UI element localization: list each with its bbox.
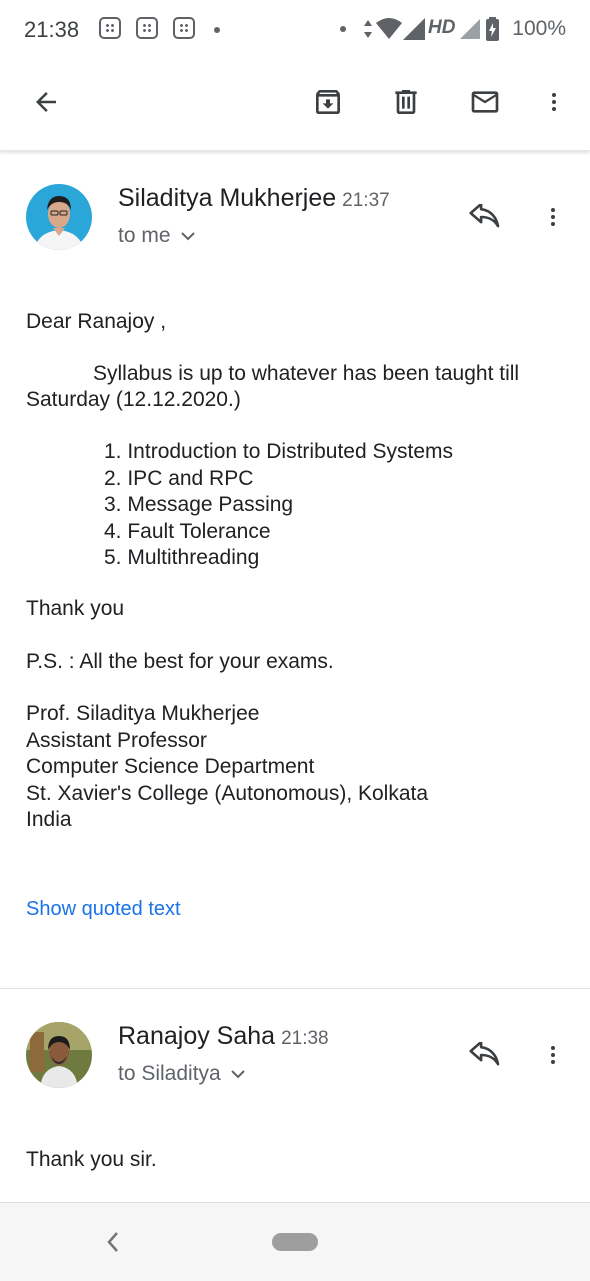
more-vert-icon bbox=[552, 93, 556, 111]
mail-icon bbox=[471, 91, 499, 113]
mark-unread-button[interactable] bbox=[461, 78, 509, 126]
email-toolbar bbox=[0, 58, 590, 151]
recipient-toggle[interactable]: to me bbox=[118, 224, 195, 248]
back-button[interactable] bbox=[22, 78, 70, 126]
chevron-down-icon bbox=[231, 1070, 245, 1079]
syllabus-list: 1. Introduction to Distributed Systems 2… bbox=[104, 439, 453, 572]
arrow-left-icon bbox=[36, 92, 56, 112]
list-item: 4. Fault Tolerance bbox=[104, 519, 271, 543]
sender-name: Ranajoy Saha bbox=[118, 1022, 276, 1050]
battery-charging-icon bbox=[486, 17, 499, 41]
chevron-down-icon bbox=[180, 232, 195, 241]
list-item: 2. IPC and RPC bbox=[104, 466, 254, 490]
status-time: 21:38 bbox=[24, 17, 80, 42]
list-item: 3. Message Passing bbox=[104, 493, 294, 516]
message-more-button[interactable] bbox=[531, 195, 575, 239]
status-indicators: HD 100% bbox=[340, 16, 566, 42]
reply-icon bbox=[469, 204, 500, 228]
home-pill-button[interactable] bbox=[272, 1233, 318, 1251]
show-quoted-text-link[interactable]: Show quoted text bbox=[26, 898, 181, 921]
avatar[interactable] bbox=[26, 1022, 92, 1088]
reply-body: Thank you sir. bbox=[26, 1148, 157, 1171]
reply-icon bbox=[469, 1042, 500, 1066]
recipient-label: to me bbox=[118, 224, 171, 247]
message-more-button[interactable] bbox=[531, 1033, 575, 1077]
archive-icon bbox=[316, 90, 340, 114]
list-item: 5. Multithreading bbox=[104, 546, 260, 569]
status-bar: 21:38 HD 100% bbox=[0, 0, 590, 58]
sender-line: Ranajoy Saha 21:38 bbox=[118, 1022, 329, 1051]
recipient-label: to Siladitya bbox=[118, 1062, 221, 1085]
sender-name: Siladitya Mukherjee bbox=[118, 184, 337, 212]
signature-line: Assistant Professor bbox=[26, 728, 207, 752]
delete-button[interactable] bbox=[382, 78, 430, 126]
signal-icon bbox=[403, 18, 425, 40]
more-vert-icon bbox=[551, 208, 555, 226]
email-thanks: Thank you bbox=[26, 597, 125, 620]
system-nav-bar bbox=[0, 1202, 590, 1281]
data-transfer-icon bbox=[364, 20, 372, 38]
network-type: HD bbox=[428, 17, 456, 38]
more-options-button[interactable] bbox=[530, 78, 578, 126]
battery-percent: 100% bbox=[512, 17, 566, 40]
reply-button[interactable] bbox=[463, 1033, 507, 1077]
dot-icon bbox=[340, 26, 346, 32]
wifi-icon bbox=[376, 18, 402, 39]
more-notifications-dot-icon bbox=[214, 27, 220, 33]
recipient-toggle[interactable]: to Siladitya bbox=[118, 1062, 245, 1086]
message-time: 21:38 bbox=[281, 1028, 329, 1049]
reply-button[interactable] bbox=[463, 195, 507, 239]
signature-line: St. Xavier's College (Autonomous), Kolka… bbox=[26, 781, 429, 805]
avatar[interactable] bbox=[26, 184, 92, 250]
email-greeting: Dear Ranajoy , bbox=[26, 310, 167, 333]
intro-line-2: Saturday (12.12.2020.) bbox=[26, 388, 241, 411]
archive-button[interactable] bbox=[304, 78, 352, 126]
notification-app-icon bbox=[173, 17, 195, 39]
notification-app-icon bbox=[99, 17, 121, 39]
intro-line-1: Syllabus is up to whatever has been taug… bbox=[93, 362, 520, 385]
sender-photo bbox=[26, 184, 92, 250]
notification-app-icon bbox=[136, 17, 158, 39]
message-time: 21:37 bbox=[342, 190, 390, 211]
sender-photo bbox=[26, 1022, 92, 1088]
more-vert-icon bbox=[551, 1046, 555, 1064]
signature-line: India bbox=[26, 808, 72, 831]
list-item: 1. Introduction to Distributed Systems bbox=[104, 440, 453, 463]
email-intro: Syllabus is up to whatever has been taug… bbox=[26, 361, 566, 413]
nav-back-icon[interactable] bbox=[104, 1229, 122, 1255]
signature-line: Computer Science Department bbox=[26, 755, 315, 778]
email-ps: P.S. : All the best for your exams. bbox=[26, 650, 334, 673]
message-divider bbox=[0, 988, 590, 989]
signature-line: Prof. Siladitya Mukherjee bbox=[26, 702, 260, 725]
trash-icon bbox=[395, 90, 417, 114]
signal-icon-2 bbox=[460, 19, 480, 39]
sender-line: Siladitya Mukherjee 21:37 bbox=[118, 184, 390, 213]
email-signature: Prof. Siladitya Mukherjee Assistant Prof… bbox=[26, 701, 428, 834]
